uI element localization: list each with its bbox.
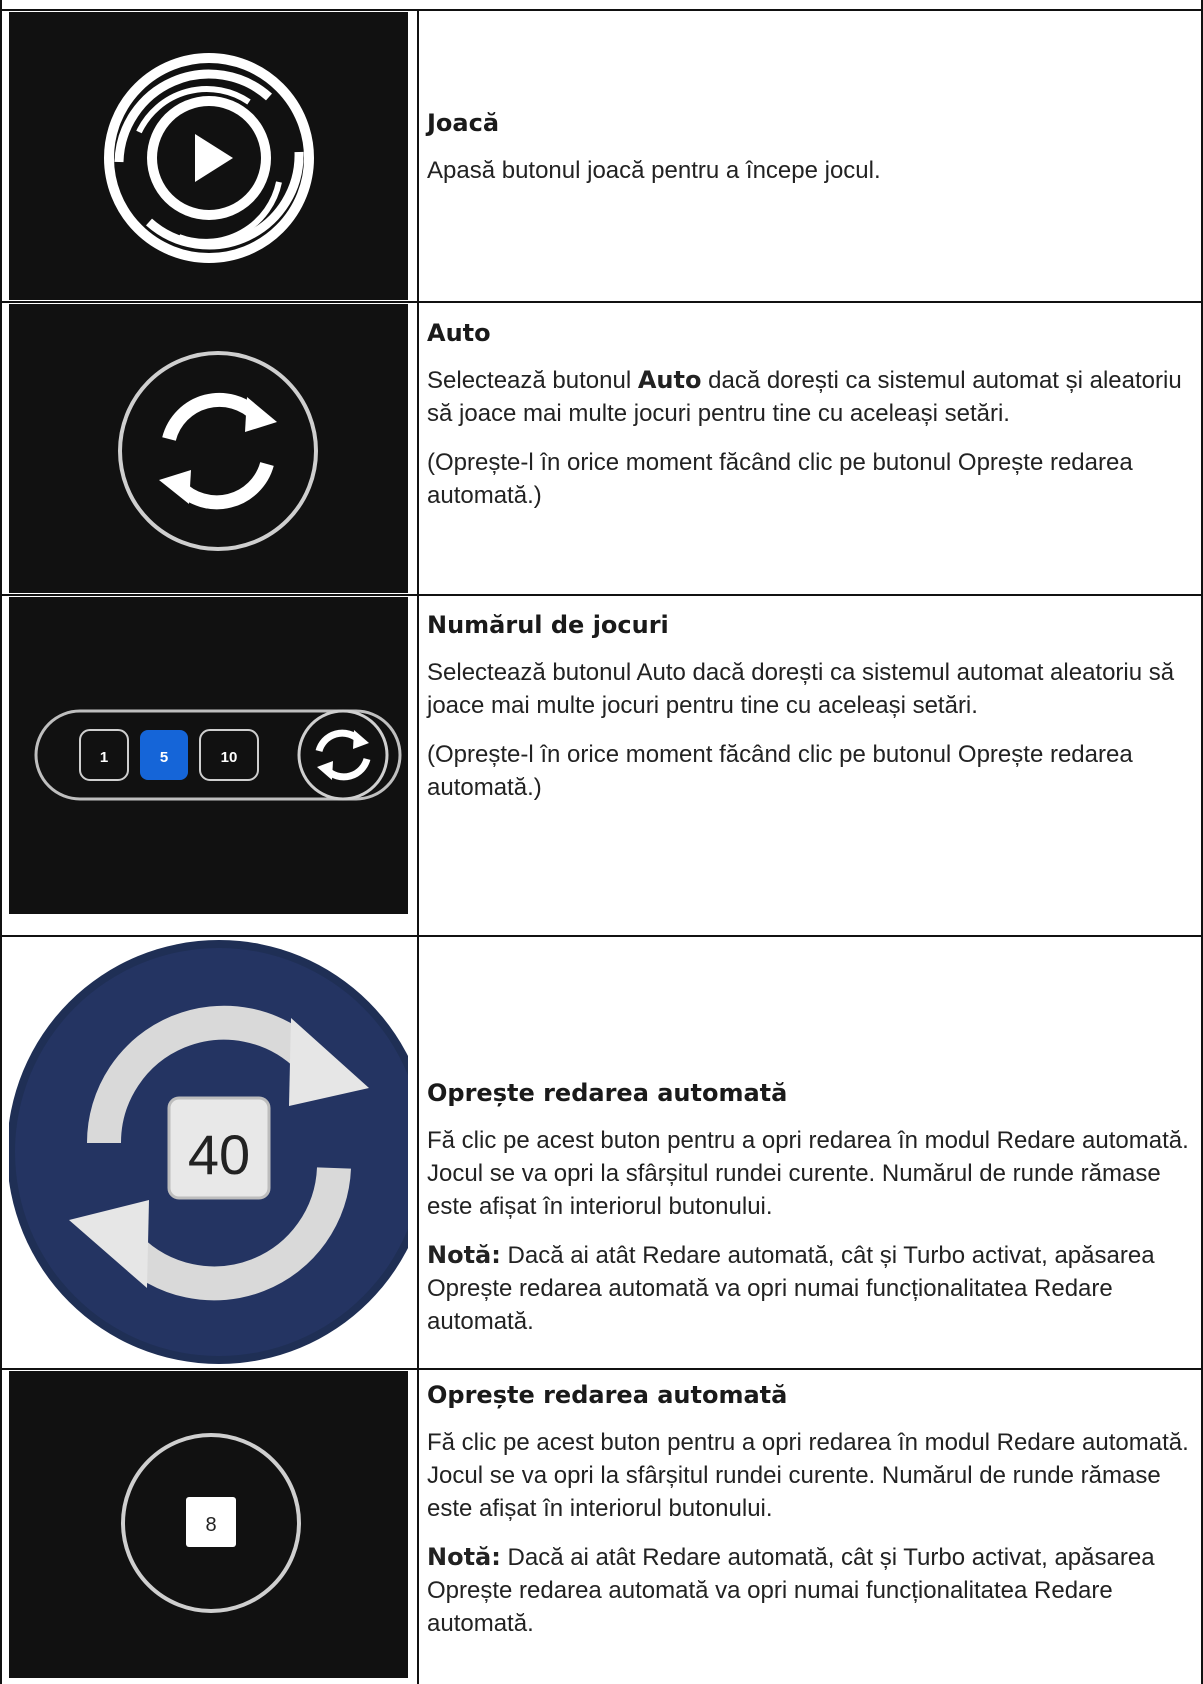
row-title: Numărul de jocuri [427, 611, 669, 639]
row-description: Apasă butonul joacă pentru a începe jocu… [427, 157, 881, 184]
row-title: Auto [427, 319, 491, 347]
row-divider [0, 1368, 1203, 1370]
row-stop-large-text: Oprește redarea automată Fă clic pe aces… [427, 1078, 1197, 1338]
text-bold: Auto [637, 366, 702, 394]
row-title: Oprește redarea automată [427, 1381, 788, 1409]
row-note: Notă: Dacă ai atât Redare automată, cât … [427, 1239, 1197, 1338]
row-description: Selectează butonul Auto dacă dorești ca … [427, 364, 1197, 430]
row-title: Joacă [427, 109, 500, 137]
row-description: (Oprește-l în orice moment făcând clic p… [427, 741, 1133, 801]
note-text: Dacă ai atât Redare automată, cât și Tur… [427, 1544, 1155, 1637]
column-divider [417, 10, 419, 1684]
row-play-text: Joacă Apasă butonul joacă pentru a încep… [427, 108, 1197, 187]
note-text: Dacă ai atât Redare automată, cât și Tur… [427, 1242, 1155, 1335]
autoplay-icon [118, 351, 318, 551]
stop-autoplay-large-image: 40 [9, 938, 408, 1367]
auto-button-image [9, 304, 408, 593]
row-divider [0, 935, 1203, 937]
stop-autoplay-icon: 40 [9, 940, 408, 1364]
row-note: Notă: Dacă ai atât Redare automată, cât … [427, 1541, 1197, 1640]
row-divider [0, 301, 1203, 303]
row-description: Fă clic pe acest buton pentru a opri red… [427, 1127, 1189, 1220]
option-label-selected: 5 [160, 749, 168, 766]
row-divider [0, 9, 1203, 11]
row-games-text: Numărul de jocuri Selectează butonul Aut… [427, 610, 1197, 804]
text-run: Selectează butonul [427, 367, 638, 394]
option-label: 1 [100, 749, 108, 766]
stop-autoplay-icon: 8 [121, 1433, 301, 1613]
note-label: Notă: [427, 1543, 501, 1571]
rounds-counter: 8 [205, 1514, 216, 1536]
rounds-counter: 40 [188, 1123, 250, 1186]
table-border-left [0, 0, 2, 1684]
game-count-image: 1 5 10 [9, 597, 408, 914]
row-stop-small-text: Oprește redarea automată Fă clic pe aces… [427, 1380, 1197, 1640]
row-auto-text: Auto Selectează butonul Auto dacă doreșt… [427, 318, 1197, 512]
stop-autoplay-small-image: 8 [9, 1371, 408, 1678]
play-icon [104, 53, 314, 263]
row-title: Oprește redarea automată [427, 1079, 788, 1107]
row-divider [0, 594, 1203, 596]
row-description: (Oprește-l în orice moment făcând clic p… [427, 449, 1133, 509]
option-label: 10 [221, 749, 238, 766]
row-description: Selectează butonul Auto dacă dorești ca … [427, 659, 1175, 719]
note-label: Notă: [427, 1241, 501, 1269]
game-count-selector: 1 5 10 [34, 709, 402, 801]
row-description: Fă clic pe acest buton pentru a opri red… [427, 1429, 1189, 1522]
play-button-image [9, 12, 408, 300]
